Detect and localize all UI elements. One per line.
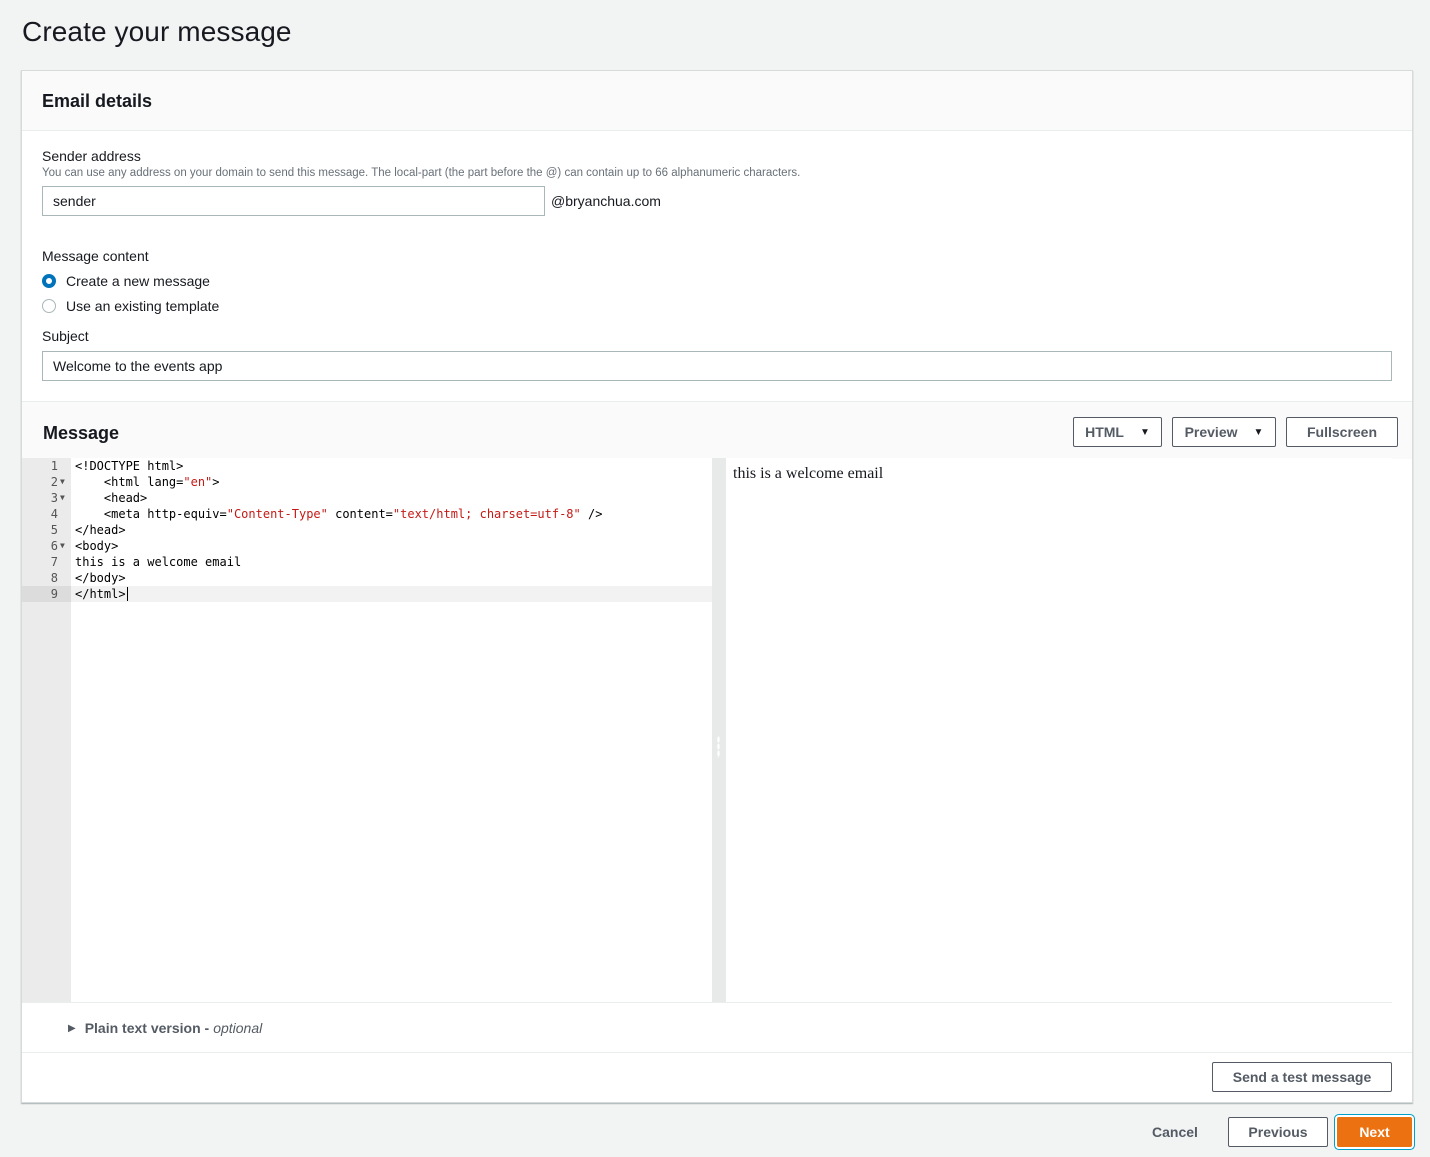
code-text: </head> <box>75 523 126 537</box>
message-header: Message HTML ▼ Preview ▼ Fullscreen <box>22 401 1412 459</box>
line-number: 9 <box>22 586 71 602</box>
message-content-label: Message content <box>42 248 149 264</box>
code-text: <head> <box>75 491 148 505</box>
fold-toggle-icon[interactable]: ▼ <box>60 474 65 490</box>
format-select-value: HTML <box>1085 424 1124 440</box>
radio-label: Use an existing template <box>66 298 220 314</box>
drag-handle-icon[interactable] <box>717 736 720 758</box>
plain-text-label: Plain text version - <box>84 1020 210 1036</box>
page-title: Create your message <box>22 16 292 47</box>
preview-text: this is a welcome email <box>733 465 884 482</box>
send-test-message-button[interactable]: Send a test message <box>1212 1062 1392 1092</box>
code-line[interactable]: 7 this is a welcome email <box>22 554 712 570</box>
format-select[interactable]: HTML ▼ <box>1073 417 1162 447</box>
email-details-title: Email details <box>42 91 153 111</box>
radio-unselected-icon[interactable] <box>42 299 56 313</box>
pane-splitter[interactable] <box>712 458 726 1003</box>
code-line[interactable]: 9 </html> <box>22 586 712 602</box>
code-line[interactable]: 2 ▼ <html lang="en"> <box>22 474 712 490</box>
radio-selected-icon[interactable] <box>42 274 56 288</box>
sender-address-label: Sender address <box>42 148 141 164</box>
caret-down-icon: ▼ <box>1253 426 1264 438</box>
line-number: 1 <box>50 459 58 473</box>
view-select[interactable]: Preview ▼ <box>1172 417 1276 447</box>
code-line[interactable]: 5 </head> <box>22 522 712 538</box>
code-line[interactable]: 8 </body> <box>22 570 712 586</box>
line-number: 6 <box>50 539 58 553</box>
code-editor[interactable]: 1 <!DOCTYPE html> 2 ▼ <html lang="en"> 3 ▼ <h… <box>22 458 712 1003</box>
fold-toggle-icon[interactable]: ▼ <box>60 538 65 554</box>
code-text: <body> <box>75 539 119 553</box>
footer-divider <box>22 1052 1412 1053</box>
email-details-header: Email details <box>22 71 1412 131</box>
line-number: 8 <box>50 571 58 585</box>
plain-text-optional: optional <box>213 1020 263 1036</box>
line-number: 7 <box>50 555 58 569</box>
preview-pane: this is a welcome email <box>726 458 1392 1003</box>
subject-label: Subject <box>42 328 89 344</box>
fold-toggle-icon[interactable]: ▼ <box>60 490 65 506</box>
line-number: 2 <box>50 475 58 489</box>
create-message-panel: Email details Sender address You can use… <box>21 70 1413 1103</box>
code-line[interactable]: 1 <!DOCTYPE html> <box>22 458 712 474</box>
plain-text-toggle[interactable]: ▶ Plain text version - optional <box>68 1020 262 1036</box>
code-line[interactable]: 3 ▼ <head> <box>22 490 712 506</box>
caret-down-icon: ▼ <box>1139 426 1150 438</box>
line-number: 5 <box>50 523 58 537</box>
view-select-value: Preview <box>1184 424 1238 440</box>
code-text: </html> <box>75 587 128 601</box>
caret-right-icon[interactable]: ▶ <box>68 1023 76 1034</box>
sender-address-hint: You can use any address on your domain t… <box>42 167 801 179</box>
next-button[interactable]: Next <box>1337 1117 1412 1147</box>
code-text: <meta http-equiv="Content-Type" content=… <box>75 507 603 521</box>
line-number: 3 <box>50 491 58 505</box>
line-number: 4 <box>50 507 58 521</box>
code-line[interactable]: 6 ▼ <body> <box>22 538 712 554</box>
previous-button[interactable]: Previous <box>1228 1117 1328 1147</box>
code-text: <!DOCTYPE html> <box>75 459 184 473</box>
radio-create-new-message[interactable]: Create a new message <box>42 273 210 289</box>
radio-use-existing-template[interactable]: Use an existing template <box>42 298 219 314</box>
code-line[interactable]: 4 <meta http-equiv="Content-Type" conten… <box>22 506 712 522</box>
editor-divider <box>22 1002 1392 1003</box>
text-cursor <box>126 587 128 601</box>
fullscreen-button[interactable]: Fullscreen <box>1286 417 1398 447</box>
cancel-button[interactable]: Cancel <box>1152 1124 1198 1140</box>
message-title: Message <box>43 423 120 443</box>
subject-input[interactable]: Welcome to the events app <box>42 351 1392 381</box>
radio-label: Create a new message <box>66 273 210 289</box>
sender-address-input[interactable]: sender <box>42 186 545 216</box>
domain-suffix: @bryanchua.com <box>551 193 661 209</box>
code-text: </body> <box>75 571 126 585</box>
code-text: this is a welcome email <box>75 555 242 569</box>
code-text: <html lang="en"> <box>75 475 220 489</box>
